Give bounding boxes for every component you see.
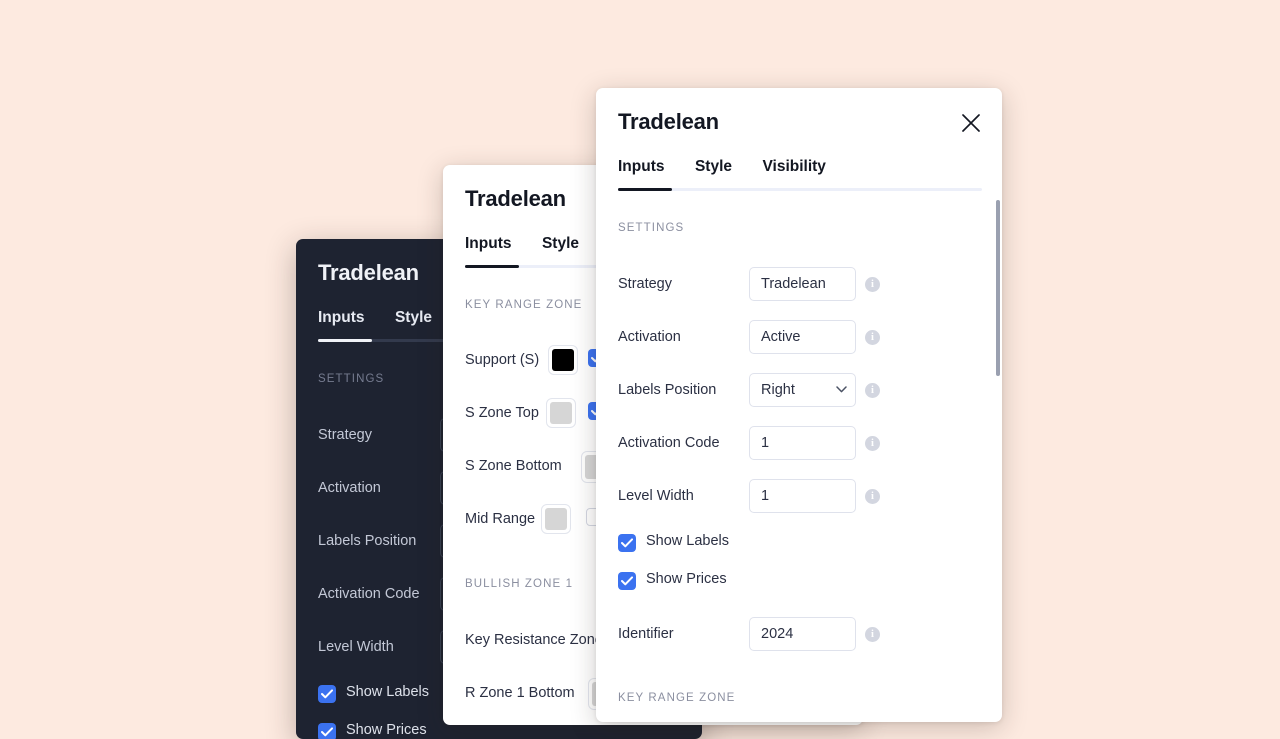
section-label-key-range-zone: KEY RANGE ZONE <box>618 692 736 704</box>
row-level-width[interactable]: Level Width 1 i <box>596 474 1002 527</box>
tab-indicator-back <box>318 339 372 342</box>
checkbox-row-show-labels[interactable]: Show Labels <box>596 527 1002 565</box>
chevron-down-icon[interactable] <box>836 386 847 393</box>
input-level-width[interactable]: 1 <box>749 479 856 513</box>
tab-indicator-front <box>618 188 672 191</box>
label-s-zone-bottom-middle: S Zone Bottom <box>465 458 562 474</box>
value-level-width: 1 <box>761 488 770 504</box>
info-icon-activation-code[interactable]: i <box>865 436 880 451</box>
close-icon[interactable] <box>958 110 984 136</box>
color-swatch-support-s[interactable] <box>548 345 578 375</box>
scrollbar-thumb[interactable] <box>996 200 1000 376</box>
label-show-labels-back: Show Labels <box>346 684 430 700</box>
input-identifier[interactable]: 2024 <box>749 617 856 651</box>
dialog-title-back: Tradelean <box>318 260 419 285</box>
tab-style[interactable]: Style <box>695 156 732 178</box>
label-activation: Activation <box>618 329 681 345</box>
dialog-title-front: Tradelean <box>618 109 719 134</box>
label-identifier: Identifier <box>618 626 674 642</box>
label-s-zone-top-middle: S Zone Top <box>465 405 539 421</box>
label-strategy-back: Strategy <box>318 427 372 443</box>
value-labels-position: Right <box>761 382 795 398</box>
select-labels-position[interactable]: Right <box>749 373 856 407</box>
tab-inputs-middle[interactable]: Inputs <box>465 233 512 255</box>
section-label-settings: SETTINGS <box>618 222 685 234</box>
label-level-width: Level Width <box>618 488 694 504</box>
tab-style-middle[interactable]: Style <box>542 233 579 255</box>
dialog-title-middle: Tradelean <box>465 186 566 211</box>
label-labels-position-back: Labels Position <box>318 533 417 549</box>
value-activation-code: 1 <box>761 435 770 451</box>
color-swatch-mid-range[interactable] <box>541 504 571 534</box>
checkbox-row-show-prices[interactable]: Show Prices <box>596 565 1002 603</box>
dialog-header-front: Tradelean <box>596 88 1002 156</box>
checkbox-show-labels-back[interactable] <box>318 685 336 703</box>
label-activation-code: Activation Code <box>618 435 720 451</box>
row-strategy[interactable]: Strategy Tradelean i <box>596 262 1002 315</box>
tab-track-front <box>618 188 982 191</box>
value-strategy: Tradelean <box>761 276 826 292</box>
label-activation-code-back: Activation Code <box>318 586 420 602</box>
screen: Tradelean Inputs Style SETTINGS Strategy… <box>0 0 1280 739</box>
checkbox-show-prices-back[interactable] <box>318 723 336 739</box>
label-r-zone-1-bottom-middle: R Zone 1 Bottom <box>465 685 575 701</box>
info-icon-level-width[interactable]: i <box>865 489 880 504</box>
row-activation-code[interactable]: Activation Code 1 i <box>596 421 1002 474</box>
row-labels-position[interactable]: Labels Position Right i <box>596 368 1002 421</box>
color-swatch-s-zone-top[interactable] <box>546 398 576 428</box>
input-activation[interactable]: Active <box>749 320 856 354</box>
input-strategy[interactable]: Tradelean <box>749 267 856 301</box>
tab-inputs-back[interactable]: Inputs <box>318 307 365 329</box>
value-activation: Active <box>761 329 801 345</box>
info-icon-activation[interactable]: i <box>865 330 880 345</box>
label-show-prices-back: Show Prices <box>346 722 427 738</box>
settings-dialog-front[interactable]: Tradelean Inputs Style Visibility SETTIN… <box>596 88 1002 722</box>
tab-style-back[interactable]: Style <box>395 307 432 329</box>
info-icon-strategy[interactable]: i <box>865 277 880 292</box>
label-key-resistance-zone-middle: Key Resistance Zone <box>465 632 603 648</box>
tab-inputs[interactable]: Inputs <box>618 156 665 178</box>
row-activation[interactable]: Activation Active i <box>596 315 1002 368</box>
row-r-zone-1-top-middle[interactable]: R Zone 1 Top <box>443 724 863 725</box>
tab-visibility[interactable]: Visibility <box>762 156 825 178</box>
checkbox-show-labels[interactable] <box>618 534 636 552</box>
tab-indicator-middle <box>465 265 519 268</box>
input-activation-code[interactable]: 1 <box>749 426 856 460</box>
label-mid-range-middle: Mid Range <box>465 511 536 527</box>
checkbox-show-prices[interactable] <box>618 572 636 590</box>
tab-bar-front[interactable]: Inputs Style Visibility <box>596 156 1002 200</box>
label-show-prices: Show Prices <box>646 571 727 587</box>
label-support-s-middle: Support (S) <box>465 352 540 368</box>
label-level-width-back: Level Width <box>318 639 394 655</box>
info-icon-identifier[interactable]: i <box>865 627 880 642</box>
row-identifier[interactable]: Identifier 2024 i <box>596 612 1002 665</box>
label-show-labels: Show Labels <box>646 533 730 549</box>
value-identifier: 2024 <box>761 626 794 642</box>
label-strategy: Strategy <box>618 276 672 292</box>
label-labels-position: Labels Position <box>618 382 717 398</box>
label-activation-back: Activation <box>318 480 381 496</box>
info-icon-labels-position[interactable]: i <box>865 383 880 398</box>
